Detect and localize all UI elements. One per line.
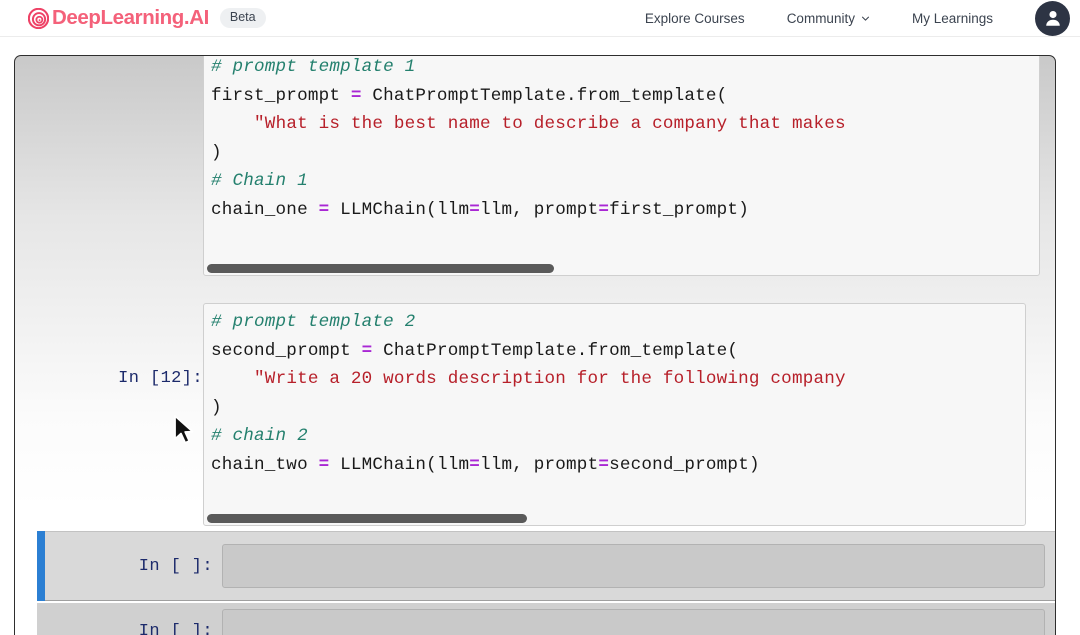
code-line: # Chain 1 <box>211 167 1039 196</box>
code-token: = <box>351 86 362 106</box>
code-token: # prompt template 1 <box>211 57 415 77</box>
code-token: first_prompt <box>211 86 351 106</box>
beta-badge: Beta <box>220 8 266 28</box>
code-token: ChatPromptTemplate.from_template( <box>372 341 738 361</box>
code-line: ) <box>211 394 1025 423</box>
code-line: "Write a 20 words description for the fo… <box>211 365 1025 394</box>
brand-logo[interactable]: DeepLearning.AI <box>28 8 209 29</box>
chevron-down-icon <box>861 14 870 23</box>
horizontal-scrollbar[interactable] <box>207 514 527 523</box>
code-input-box[interactable]: # prompt template 1 first_prompt = ChatPr… <box>203 55 1040 276</box>
cell-prompt-label: In [ ]: <box>37 601 213 635</box>
code-input-box[interactable]: # prompt template 2 second_prompt = ChatP… <box>203 303 1026 526</box>
code-token: = <box>469 455 480 475</box>
code-token: llm, prompt <box>480 200 598 220</box>
code-token: "What is the best name to describe a com… <box>254 114 846 134</box>
code-token: # prompt template 2 <box>211 312 415 332</box>
code-token: = <box>362 341 373 361</box>
notebook-scroll-area[interactable]: # prompt template 1 first_prompt = ChatPr… <box>15 56 1055 635</box>
code-token: = <box>469 200 480 220</box>
code-line: # chain 2 <box>211 422 1025 451</box>
code-token <box>211 369 254 389</box>
code-token: = <box>319 455 330 475</box>
cell-selection-bar <box>37 531 45 601</box>
nav-item-label: Community <box>787 11 855 26</box>
notebook-cell[interactable]: # prompt template 1 first_prompt = ChatPr… <box>203 55 1040 276</box>
nav-item-label: My Learnings <box>912 11 993 26</box>
code-content: # prompt template 2 second_prompt = ChatP… <box>204 304 1025 479</box>
code-line: chain_one = LLMChain(llm=llm, prompt=fir… <box>211 196 1039 225</box>
nav-item-community[interactable]: Community <box>787 11 870 26</box>
code-line: "What is the best name to describe a com… <box>211 110 1039 139</box>
cell-prompt-label: In [ ]: <box>45 558 213 575</box>
code-input-box[interactable] <box>222 544 1045 588</box>
code-token: # chain 2 <box>211 426 308 446</box>
brand-name: DeepLearning.AI <box>52 8 209 29</box>
user-avatar-icon <box>1042 7 1064 29</box>
code-token: = <box>319 200 330 220</box>
notebook-cell[interactable]: In [12]: # prompt template 2 second_promp… <box>89 303 1026 526</box>
code-line: chain_two = LLMChain(llm=llm, prompt=sec… <box>211 451 1025 480</box>
code-token: chain_one <box>211 200 319 220</box>
horizontal-scrollbar[interactable] <box>207 264 554 273</box>
nav-item-explore-courses[interactable]: Explore Courses <box>645 11 745 26</box>
code-line: # prompt template 1 <box>211 55 1039 82</box>
code-token: ) <box>211 398 222 418</box>
nav-item-my-learnings[interactable]: My Learnings <box>912 11 993 26</box>
code-token: first_prompt) <box>609 200 749 220</box>
code-line: ) <box>211 139 1039 168</box>
code-token: chain_two <box>211 455 319 475</box>
code-line: # prompt template 2 <box>211 308 1025 337</box>
nav-item-label: Explore Courses <box>645 11 745 26</box>
code-line: first_prompt = ChatPromptTemplate.from_t… <box>211 82 1039 111</box>
code-input-box[interactable] <box>222 609 1045 635</box>
code-token: ChatPromptTemplate.from_template( <box>362 86 728 106</box>
notebook-cell[interactable]: In [ ]: <box>37 603 1055 635</box>
code-token: ) <box>211 143 222 163</box>
cell-prompt-label: In [12]: <box>89 303 203 387</box>
code-token: second_prompt <box>211 341 362 361</box>
notebook-cell-selected[interactable]: In [ ]: <box>37 531 1055 601</box>
spiral-logo-icon <box>28 8 49 29</box>
notebook-container: # prompt template 1 first_prompt = ChatPr… <box>14 55 1056 635</box>
code-token: LLMChain(llm <box>329 455 469 475</box>
site-header: DeepLearning.AI Beta Explore Courses Com… <box>0 0 1080 37</box>
code-token: = <box>598 455 609 475</box>
code-content: # prompt template 1 first_prompt = ChatPr… <box>204 55 1039 224</box>
code-line: second_prompt = ChatPromptTemplate.from_… <box>211 337 1025 366</box>
code-token: second_prompt) <box>609 455 760 475</box>
code-token: LLMChain(llm <box>329 200 469 220</box>
code-token: # Chain 1 <box>211 171 308 191</box>
code-token: "Write a 20 words description for the fo… <box>254 369 846 389</box>
code-token <box>211 114 254 134</box>
code-token: llm, prompt <box>480 455 598 475</box>
user-avatar[interactable] <box>1035 1 1070 36</box>
main-nav: Explore Courses Community My Learnings <box>645 1 1080 36</box>
code-token: = <box>598 200 609 220</box>
